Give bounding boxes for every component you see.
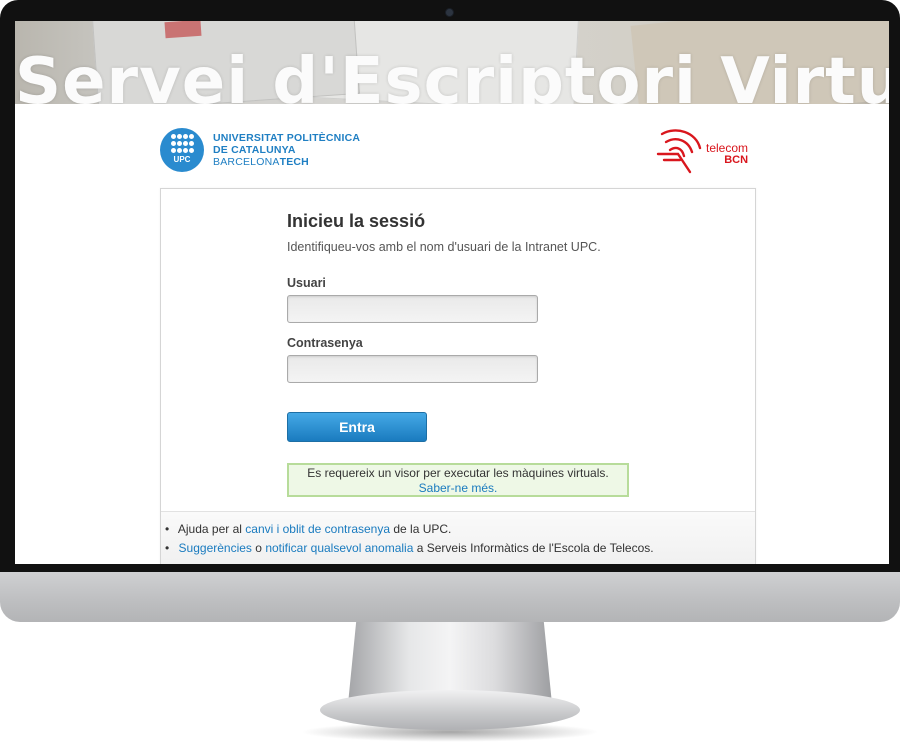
- monitor-chin: [0, 572, 900, 622]
- help-item-support: Suggerències o notificar qualsevol anoma…: [165, 539, 654, 558]
- help-suffix: de la UPC.: [393, 522, 452, 536]
- telecom-wordmark: telecom BCN: [706, 142, 748, 166]
- password-change-link[interactable]: canvi i oblit de contrasenya: [245, 522, 390, 536]
- telecom-bcn-logo[interactable]: telecom BCN: [656, 126, 756, 178]
- learn-more-link[interactable]: Saber-ne més.: [419, 481, 498, 495]
- page-content: UPC UNIVERSITAT POLITÈCNICA DE CATALUNYA…: [15, 104, 889, 564]
- password-label: Contrasenya: [287, 336, 363, 350]
- login-subtitle: Identifiqueu-vos amb el nom d'usuari de …: [287, 240, 601, 254]
- banner-photo-detail: [164, 21, 202, 39]
- password-input[interactable]: [287, 355, 538, 383]
- screen: Servei d'Escriptori Virtual UPC UNIVERSI…: [15, 21, 889, 564]
- telecom-sub: BCN: [724, 154, 749, 166]
- upc-line-3a: BARCELONA: [213, 156, 280, 168]
- help-footer: Ajuda per al canvi i oblit de contraseny…: [161, 511, 755, 564]
- username-input[interactable]: [287, 295, 538, 323]
- report-issue-link[interactable]: notificar qualsevol anomalia: [265, 541, 413, 555]
- upc-logo[interactable]: UPC UNIVERSITAT POLITÈCNICA DE CATALUNYA…: [160, 128, 360, 172]
- upc-emblem-label: UPC: [173, 155, 191, 164]
- or-text: o: [255, 541, 262, 555]
- login-button[interactable]: Entra: [287, 412, 427, 442]
- help-item-password: Ajuda per al canvi i oblit de contraseny…: [165, 520, 654, 539]
- header-banner: Servei d'Escriptori Virtual: [15, 21, 889, 104]
- upc-line-3b: TECH: [279, 156, 309, 168]
- upc-line-2: DE CATALUNYA: [213, 144, 296, 156]
- telecom-waves-icon: [656, 129, 702, 174]
- help-prefix: Ajuda per al: [177, 522, 242, 536]
- viewer-notice-text: Es requereix un visor per executar les m…: [307, 466, 609, 480]
- login-heading: Inicieu la sessió: [287, 211, 426, 231]
- report-suffix: a Serveis Informàtics de l'Escola de Tel…: [416, 541, 654, 555]
- upc-wordmark: UNIVERSITAT POLITÈCNICA DE CATALUNYA BAR…: [213, 132, 360, 168]
- telecom-name: telecom: [706, 141, 749, 155]
- login-card: Inicieu la sessió Identifiqueu-vos amb e…: [160, 188, 756, 564]
- upc-line-1: UNIVERSITAT POLITÈCNICA: [213, 132, 361, 144]
- viewer-notice: Es requereix un visor per executar les m…: [287, 463, 629, 497]
- help-list: Ajuda per al canvi i oblit de contraseny…: [165, 520, 654, 558]
- suggestions-link[interactable]: Suggerències: [179, 541, 252, 555]
- login-form: Inicieu la sessió Identifiqueu-vos amb e…: [287, 211, 667, 497]
- banner-title: Servei d'Escriptori Virtual: [15, 45, 889, 104]
- username-label: Usuari: [287, 276, 326, 290]
- upc-emblem-icon: UPC: [160, 128, 204, 172]
- monitor-stand-foot: [320, 690, 580, 730]
- camera-icon: [446, 9, 453, 16]
